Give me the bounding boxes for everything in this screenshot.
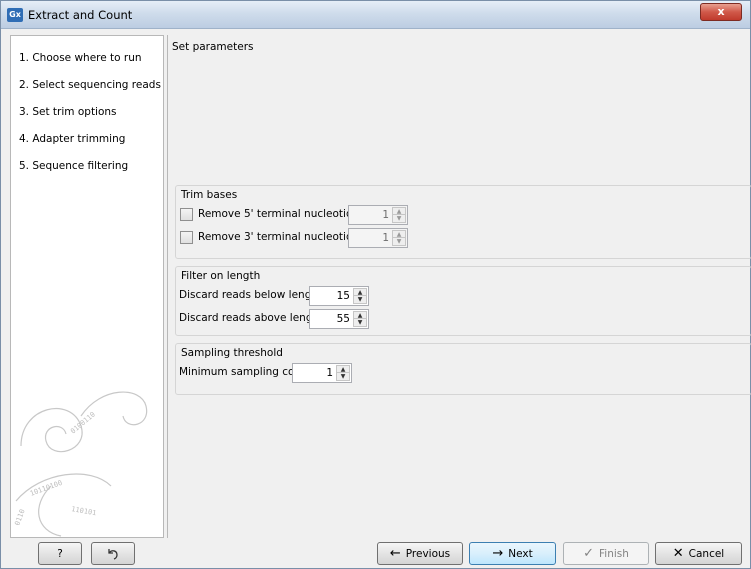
spinner-buttons: ▲ ▼ — [353, 288, 367, 304]
checkmark-icon: ✓ — [583, 546, 594, 561]
wizard-steps-panel: 1. Choose where to run 2. Select sequenc… — [10, 35, 164, 538]
spinner-buttons: ▲ ▼ — [392, 207, 406, 223]
arrow-left-icon: ← — [389, 546, 401, 561]
cancel-label: Cancel — [688, 547, 725, 560]
sampling-threshold-title: Sampling threshold — [181, 347, 283, 359]
spin-down-icon: ▼ — [396, 215, 402, 222]
step-sequence-filtering[interactable]: 5. Sequence filtering — [19, 160, 128, 172]
discard-above-label: Discard reads above length — [179, 312, 324, 324]
trim-bases-title: Trim bases — [181, 189, 238, 201]
window-title: Extract and Count — [28, 8, 133, 22]
app-icon: Gx — [7, 8, 23, 22]
spin-up-icon[interactable]: ▲ — [354, 312, 366, 319]
cancel-button[interactable]: ✕ Cancel — [655, 542, 742, 565]
finish-button[interactable]: ✓ Finish — [563, 542, 649, 565]
discard-below-value: 15 — [336, 290, 350, 302]
remove-5-prime-value: 1 — [382, 209, 389, 221]
remove-5-prime-checkbox[interactable] — [180, 208, 193, 221]
remove-3-prime-checkbox[interactable] — [180, 231, 193, 244]
discard-below-label: Discard reads below length — [179, 289, 323, 301]
previous-button[interactable]: ← Previous — [377, 542, 463, 565]
remove-3-prime-value: 1 — [382, 232, 389, 244]
min-sampling-count-spinner[interactable]: 1 ▲ ▼ — [292, 363, 352, 383]
svg-text:0110: 0110 — [13, 508, 26, 527]
step-select-sequencing-reads[interactable]: 2. Select sequencing reads — [19, 79, 161, 91]
discard-above-value: 55 — [336, 313, 350, 325]
step-choose-where-to-run[interactable]: 1. Choose where to run — [19, 52, 142, 64]
spin-down-icon: ▼ — [396, 238, 402, 245]
spinner-buttons: ▲ ▼ — [336, 365, 350, 381]
spinner-buttons: ▲ ▼ — [392, 230, 406, 246]
remove-5-prime-spinner: 1 ▲ ▼ — [348, 205, 408, 225]
discard-above-spinner[interactable]: 55 ▲ ▼ — [309, 309, 369, 329]
close-button[interactable]: x — [700, 3, 742, 21]
sampling-threshold-group: Sampling threshold Minimum sampling coun… — [175, 343, 751, 395]
svg-text:10110100: 10110100 — [29, 479, 63, 498]
svg-text:110101: 110101 — [71, 505, 97, 517]
spin-down-icon[interactable]: ▼ — [354, 296, 366, 303]
remove-3-prime-label: Remove 3' terminal nucleotides — [198, 231, 365, 243]
remove-3-prime-spinner: 1 ▲ ▼ — [348, 228, 408, 248]
min-sampling-count-value: 1 — [326, 367, 333, 379]
previous-label: Previous — [405, 547, 451, 560]
remove-5-prime-label: Remove 5' terminal nucleotides — [198, 208, 365, 220]
next-label: Next — [508, 547, 533, 560]
help-button[interactable]: ? — [38, 542, 82, 565]
reset-button[interactable] — [91, 542, 135, 565]
parameters-panel: Set parameters Trim bases Remove 5' term… — [167, 35, 751, 538]
finish-label: Finish — [599, 547, 629, 560]
decorative-swirl-logo: 0100110 10110100 0110 110101 — [13, 391, 148, 537]
help-label: ? — [57, 547, 63, 560]
dialog-window: Gx Extract and Count x 1. Choose where t… — [0, 0, 751, 569]
spinner-buttons: ▲ ▼ — [353, 311, 367, 327]
spin-up-icon[interactable]: ▲ — [337, 366, 349, 373]
spin-down-icon[interactable]: ▼ — [354, 319, 366, 326]
trim-bases-group: Trim bases Remove 5' terminal nucleotide… — [175, 185, 751, 259]
step-set-trim-options[interactable]: 3. Set trim options — [19, 106, 117, 118]
filter-length-title: Filter on length — [181, 270, 261, 282]
filter-length-group: Filter on length Discard reads below len… — [175, 266, 751, 336]
undo-arrow-icon — [108, 548, 118, 560]
section-heading: Set parameters — [172, 41, 254, 53]
cancel-x-icon: ✕ — [672, 546, 684, 561]
arrow-right-icon: → — [492, 546, 504, 561]
spin-up-icon[interactable]: ▲ — [354, 289, 366, 296]
spin-up-icon: ▲ — [393, 208, 405, 215]
next-button[interactable]: → Next — [469, 542, 556, 565]
discard-below-spinner[interactable]: 15 ▲ ▼ — [309, 286, 369, 306]
title-bar[interactable]: Gx Extract and Count x — [1, 1, 750, 29]
spin-down-icon[interactable]: ▼ — [337, 373, 349, 380]
step-adapter-trimming[interactable]: 4. Adapter trimming — [19, 133, 125, 145]
spin-up-icon: ▲ — [393, 231, 405, 238]
